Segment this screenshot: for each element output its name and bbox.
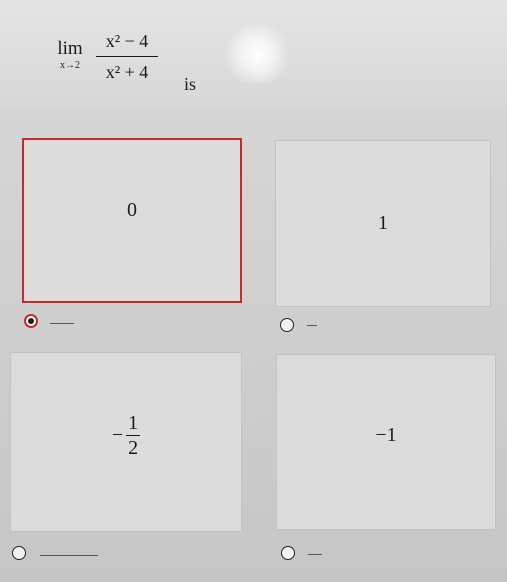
limit-word: lim [57, 38, 83, 59]
option-c-blank [40, 555, 98, 556]
limit-fraction: x² − 4 x² + 4 [96, 28, 158, 85]
option-c-denominator: 2 [128, 436, 139, 459]
limit-subscript: x→2 [60, 60, 80, 71]
fraction-numerator: x² − 4 [105, 31, 149, 51]
limit-operator: lim x→2 [52, 38, 88, 72]
option-card-a[interactable]: 0 [22, 138, 242, 303]
option-b-radio[interactable] [280, 318, 294, 332]
option-c-radio[interactable] [12, 546, 26, 560]
option-a-radio[interactable] [24, 314, 38, 328]
option-c-fraction: − 1 2 [111, 411, 141, 459]
option-a-text: 0 [127, 199, 137, 221]
option-card-c[interactable]: − 1 2 [10, 352, 242, 532]
fraction-bar [96, 56, 158, 57]
option-c-fraction-bar [126, 434, 141, 436]
option-b-text: 1 [378, 212, 388, 234]
screen-glare [222, 24, 292, 84]
option-d-text: −1 [375, 423, 397, 446]
option-c-sign: − [111, 423, 124, 446]
option-d-radio[interactable] [281, 546, 295, 560]
option-card-b[interactable]: 1 [275, 140, 491, 307]
option-a-blank [50, 323, 74, 324]
option-d-blank [308, 554, 322, 555]
option-c-numerator: 1 [128, 411, 139, 434]
fraction-denominator: x² + 4 [105, 62, 149, 82]
option-card-d[interactable]: −1 [276, 354, 496, 530]
option-b-blank [307, 325, 317, 326]
question-tail: is [184, 74, 197, 94]
